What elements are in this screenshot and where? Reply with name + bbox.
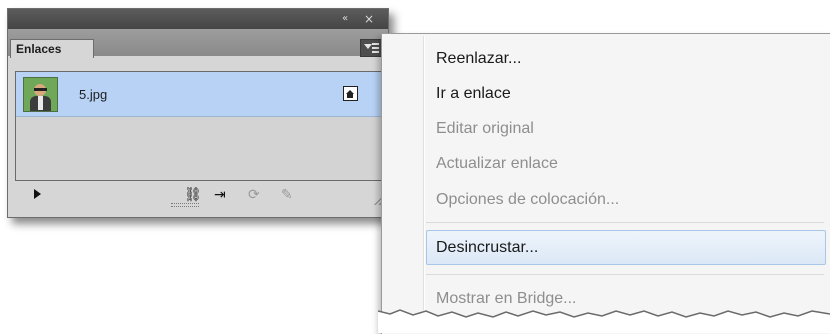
panel-tabstrip: Enlaces <box>8 29 388 58</box>
collapse-icon[interactable]: « <box>342 11 348 27</box>
panel-titlebar: « × <box>8 9 388 29</box>
goto-link-icon[interactable]: ⇥ <box>214 186 226 202</box>
menu-item-edit-original: Editar original <box>436 120 534 137</box>
image-thumbnail <box>23 77 58 112</box>
links-list: 5.jpg <box>15 71 383 181</box>
menu-item-relink[interactable]: Reenlazar... <box>436 50 521 68</box>
menu-separator <box>426 222 824 223</box>
close-icon[interactable]: × <box>364 11 374 27</box>
menu-item-go-to-link[interactable]: Ir a enlace <box>436 85 511 103</box>
panel-menu-arrow-icon <box>364 44 372 49</box>
panel-drag-handle[interactable] <box>171 203 199 207</box>
tab-links[interactable]: Enlaces <box>10 39 94 58</box>
link-file-name: 5.jpg <box>79 87 108 102</box>
edit-original-icon[interactable]: ✎ <box>281 186 293 202</box>
menu-item-unembed[interactable]: Desincrustar... <box>436 239 538 257</box>
torn-edge-decoration <box>378 309 830 333</box>
play-icon[interactable] <box>34 189 41 199</box>
relink-icon[interactable]: ⛓ <box>184 186 202 202</box>
link-row[interactable]: 5.jpg <box>16 72 382 117</box>
menu-item-placement-options: Opciones de colocación... <box>436 191 620 208</box>
update-link-icon[interactable]: ⟳ <box>248 186 260 202</box>
embedded-icon <box>343 86 358 101</box>
menu-item-update-link: Actualizar enlace <box>436 155 558 172</box>
context-menu: Reenlazar... Ir a enlace Editar original… <box>381 33 830 334</box>
panel-menu-button[interactable] <box>360 39 382 57</box>
tab-links-label: Enlaces <box>16 42 62 56</box>
links-panel: « × Enlaces 5.jpg ⛓ ⇥ ⟳ ✎ <box>7 8 389 218</box>
menu-separator <box>426 274 824 275</box>
